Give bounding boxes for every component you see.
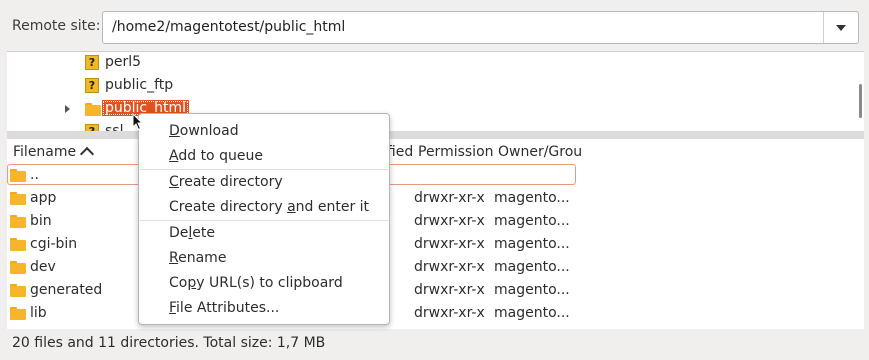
folder-icon [10,192,26,205]
file-permission: drwxr-xr-x [414,236,485,252]
remote-path-input[interactable]: /home2/magentotest/public_html [112,19,345,35]
file-name: cgi-bin [30,236,78,252]
tree-scrollbar[interactable] [859,84,862,118]
tree-item-label: public_ftp [105,77,174,93]
file-row[interactable]: dev drwxr-xr-x magento... [7,256,864,279]
menu-mnemonic: a [287,199,296,215]
menu-mnemonic: C [169,174,179,190]
menu-text: ownload [179,123,239,139]
menu-text: y URL(s) to clipboard [196,275,343,291]
menu-mnemonic: R [169,250,179,266]
column-owner-group[interactable]: Owner/Grou [498,144,582,160]
file-permission: drwxr-xr-x [414,190,485,206]
menu-item-rename[interactable]: Rename [169,250,226,266]
menu-text: ile Attributes... [176,300,280,316]
menu-mnemonic: p [187,275,197,291]
file-name: dev [30,259,56,275]
file-list-header: Filename ified Permission Owner/Grou [7,139,864,164]
file-permission: drwxr-xr-x [414,305,485,321]
menu-item-copy-url[interactable]: Copy URL(s) to clipboard [169,275,343,291]
expand-arrow-icon[interactable] [65,105,70,113]
file-permission: drwxr-xr-x [414,282,485,298]
menu-item-add-to-queue[interactable]: Add to queue [169,148,263,164]
menu-mnemonic: F [169,300,177,316]
menu-text: Create directory [169,199,288,215]
menu-text: reate directory [178,174,283,190]
menu-mnemonic: A [169,148,179,164]
remote-site-label: Remote site: [12,18,101,34]
remote-site-combobox[interactable]: /home2/magentotest/public_html [102,11,859,44]
file-row[interactable]: lib drwxr-xr-x magento... [7,302,864,325]
tree-item-public-ftp[interactable]: ? public_ftp [7,75,864,97]
menu-item-delete[interactable]: Delete [169,225,215,241]
menu-text: ete [192,225,216,241]
menu-item-create-directory-and-enter[interactable]: Create directory and enter it [169,199,369,215]
file-owner: magento... [494,213,570,229]
folder-icon [10,238,26,251]
file-row[interactable]: app drwxr-xr-x magento... [7,187,864,210]
file-owner: magento... [494,236,570,252]
file-owner: magento... [494,190,570,206]
menu-text: ename [178,250,227,266]
folder-icon [10,261,26,274]
menu-mnemonic: D [169,123,180,139]
file-name: lib [30,305,47,321]
tree-item-label: perl5 [105,54,142,70]
context-menu: Download Add to queue Create directory C… [138,113,390,325]
folder-icon [85,103,101,116]
menu-item-download[interactable]: Download [169,123,239,139]
column-permission[interactable]: Permission [418,144,494,160]
file-row[interactable]: cgi-bin drwxr-xr-x magento... [7,233,864,256]
file-permission: drwxr-xr-x [414,259,485,275]
column-filename-label: Filename [13,144,77,160]
menu-text: De [169,225,189,241]
status-bar-text: 20 files and 11 directories. Total size:… [12,335,326,351]
menu-separator [140,169,388,170]
sort-ascending-icon [80,146,95,162]
menu-text: dd to queue [178,148,263,164]
file-name: generated [30,282,103,298]
file-permission: drwxr-xr-x [414,213,485,229]
folder-icon [10,307,26,320]
file-row-parent[interactable]: .. [7,164,864,187]
menu-item-file-attributes[interactable]: File Attributes... [169,300,279,316]
folder-icon [10,215,26,228]
remote-file-list[interactable]: Filename ified Permission Owner/Grou .. … [7,139,864,329]
folder-icon [10,284,26,297]
column-filename[interactable]: Filename [13,144,95,162]
tree-item-perl5[interactable]: ? perl5 [7,52,864,74]
file-owner: magento... [494,282,570,298]
file-name: bin [30,213,52,229]
file-owner: magento... [494,305,570,321]
pane-splitter[interactable] [7,131,864,139]
file-name: app [30,190,57,206]
menu-text: Co [169,275,188,291]
unknown-folder-icon: ? [85,55,99,70]
file-owner: magento... [494,259,570,275]
menu-separator [140,220,388,221]
unknown-folder-icon: ? [85,78,99,93]
mouse-pointer-icon [132,113,144,131]
file-row[interactable]: generated drwxr-xr-x magento... [7,279,864,302]
file-row[interactable]: bin drwxr-xr-x magento... [7,210,864,233]
menu-item-create-directory[interactable]: Create directory [169,174,283,190]
folder-icon [10,169,26,182]
menu-text: nd enter it [295,199,370,215]
file-name: .. [30,167,39,183]
remote-path-dropdown-button[interactable] [823,12,858,43]
